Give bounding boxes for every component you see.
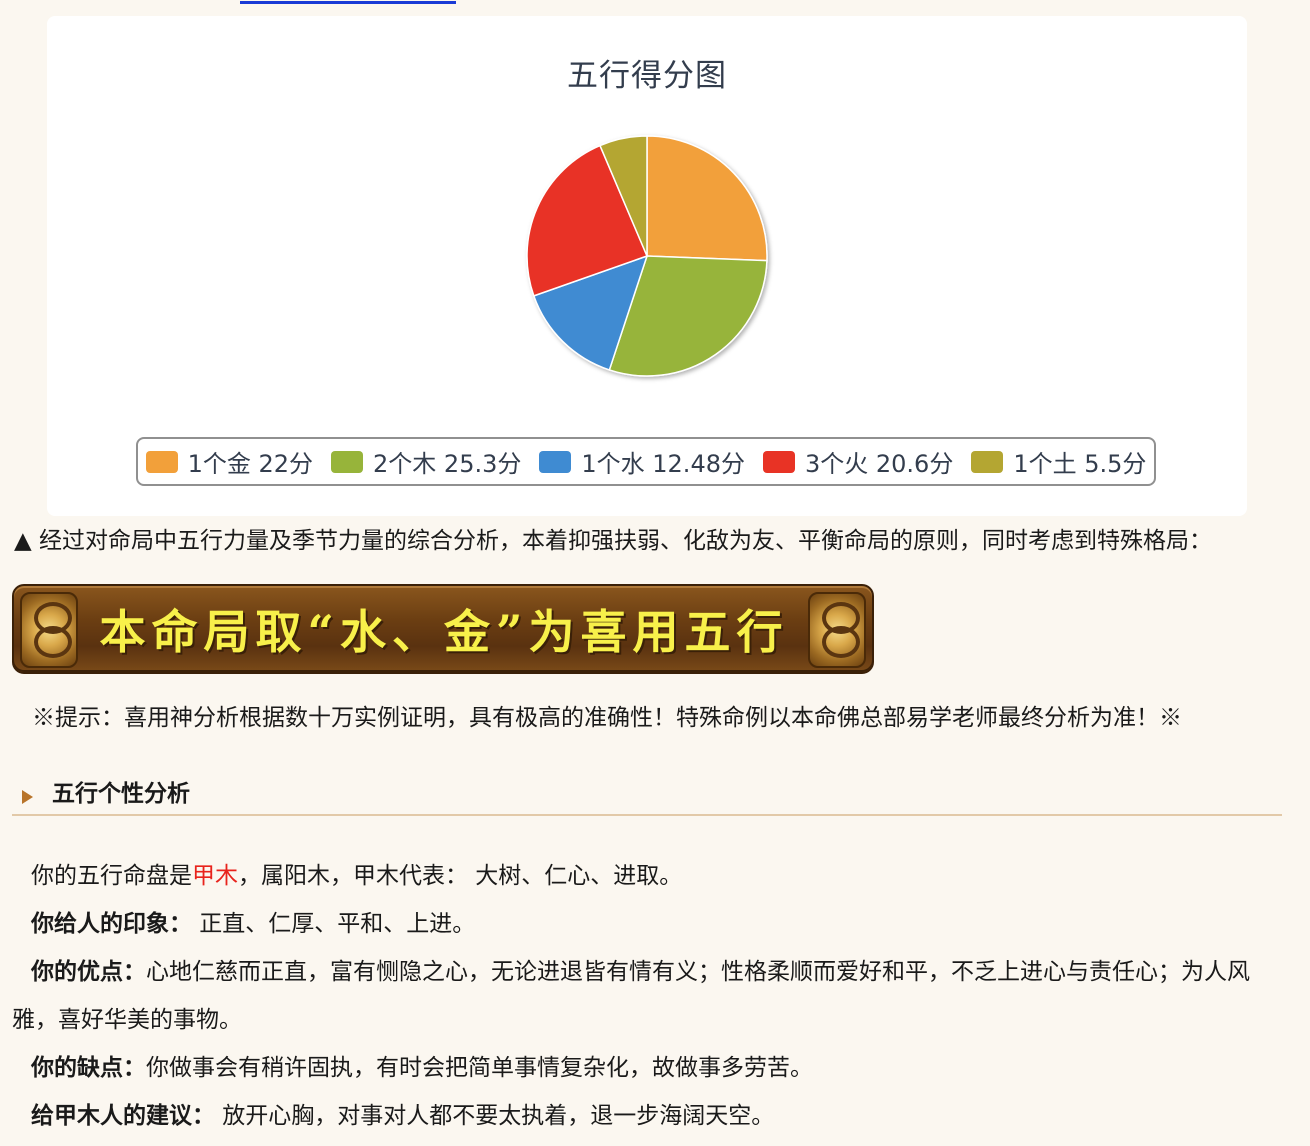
legend-item[interactable]: 1个土 5.5分	[971, 444, 1146, 479]
legend-label: 1个金 22分	[187, 450, 314, 478]
weaknesses-text: 你做事会有稍许固执，有时会把简单事情复杂化，故做事多劳苦。	[146, 1055, 813, 1081]
personality-analysis: 你的五行命盘是甲木，属阳木，甲木代表： 大树、仁心、进取。 你给人的印象： 正直…	[12, 852, 1288, 1140]
triangle-right-icon	[22, 790, 33, 804]
strengths-text: 心地仁慈而正直，富有恻隐之心，无论进退皆有情有义；性格柔顺而爱好和平，不乏上进心…	[12, 959, 1250, 1033]
section-header: 五行个性分析	[12, 772, 1282, 816]
legend-swatch	[762, 450, 795, 473]
intro-text: ▲ 经过对命局中五行力量及季节力量的综合分析，本着抑强扶弱、化敌为友、平衡命局的…	[14, 528, 1212, 554]
legend-label: 3个火 20.6分	[804, 450, 954, 478]
day-master-pre: 你的五行命盘是	[31, 863, 192, 889]
chart-legend: 1个金 22分 2个木 25.3分 1个水 12.48分 3个火 20.6分 1…	[136, 437, 1156, 486]
impression-line: 你给人的印象： 正直、仁厚、平和、上进。	[12, 900, 1288, 948]
legend-swatch	[971, 450, 1004, 473]
advice-text: 放开心胸，对事对人都不要太执着，退一步海阔天空。	[215, 1103, 775, 1129]
banner-text: 本命局取“水、金”为喜用五行	[99, 605, 789, 659]
day-master-post: ，属阳木，甲木代表： 大树、仁心、进取。	[238, 863, 683, 889]
day-master-line: 你的五行命盘是甲木，属阳木，甲木代表： 大树、仁心、进取。	[12, 852, 1288, 900]
favorable-elements-banner: 本命局取“水、金”为喜用五行	[12, 584, 874, 674]
legend-item[interactable]: 2个木 25.3分	[331, 444, 521, 479]
legend-swatch	[145, 450, 178, 473]
day-master-value: 甲木	[192, 863, 238, 889]
section-title: 五行个性分析	[52, 780, 190, 807]
weaknesses-label: 你的缺点：	[31, 1054, 146, 1081]
strengths-label: 你的优点：	[31, 958, 146, 985]
tip-text: ※提示：喜用神分析根据数十万实例证明，具有极高的准确性！特殊命例以本命佛总部易学…	[32, 705, 1182, 731]
pie-chart	[526, 135, 768, 377]
legend-item[interactable]: 1个金 22分	[145, 444, 314, 479]
legend-label: 1个土 5.5分	[1013, 450, 1147, 478]
advice-line: 给甲木人的建议： 放开心胸，对事对人都不要太执着，退一步海阔天空。	[12, 1092, 1288, 1140]
impression-text: 正直、仁厚、平和、上进。	[192, 911, 476, 937]
legend-item[interactable]: 1个水 12.48分	[539, 444, 745, 479]
legend-swatch	[539, 450, 572, 473]
impression-label: 你给人的印象：	[31, 910, 192, 937]
advice-label: 给甲木人的建议：	[31, 1102, 215, 1129]
legend-label: 1个水 12.48分	[581, 450, 745, 478]
strengths-line: 你的优点：心地仁慈而正直，富有恻隐之心，无论进退皆有情有义；性格柔顺而爱好和平，…	[12, 948, 1288, 1044]
pie-slices	[526, 135, 768, 377]
top-link[interactable]	[240, 0, 456, 4]
weaknesses-line: 你的缺点：你做事会有稍许固执，有时会把简单事情复杂化，故做事多劳苦。	[12, 1044, 1288, 1092]
chart-card: 五行得分图 1个金 22分 2个木 25.3分 1个水 12.48分 3个火 2…	[47, 16, 1247, 516]
legend-item[interactable]: 3个火 20.6分	[762, 444, 954, 479]
legend-label: 2个木 25.3分	[373, 450, 522, 478]
pie-slice-0[interactable]	[646, 135, 768, 262]
legend-swatch	[331, 450, 364, 473]
